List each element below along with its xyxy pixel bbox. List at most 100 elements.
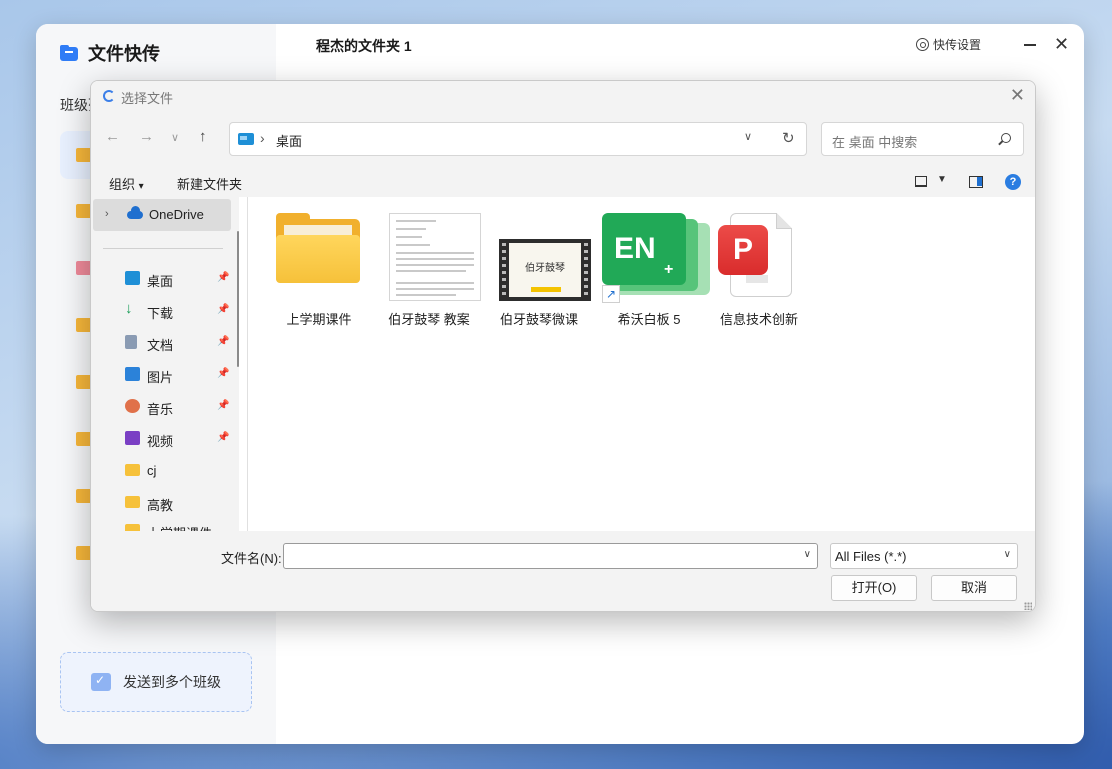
- up-arrow-icon[interactable]: ↑: [199, 128, 207, 145]
- document-icon: [125, 335, 137, 349]
- filename-input[interactable]: ∨: [283, 543, 818, 569]
- pin-icon[interactable]: 📌: [217, 368, 229, 379]
- navigation-pane: › OneDrive 桌面 📌 ↓ 下载 📌 文档 📌 图片 📌 音乐 📌 视频…: [91, 197, 239, 531]
- file-type-select[interactable]: All Files (*.*) ∨: [830, 543, 1018, 569]
- nav-item-last-semester-partial[interactable]: 上学期课件: [91, 515, 231, 531]
- nav-item-label: 文档: [147, 338, 174, 353]
- chevron-down-icon[interactable]: ∨: [1004, 549, 1011, 560]
- gear-icon: [916, 38, 929, 51]
- back-arrow-icon[interactable]: ←: [105, 128, 120, 145]
- dialog-close-button[interactable]: ✕: [1010, 85, 1025, 106]
- seewo-badge: EN: [602, 213, 686, 285]
- search-icon[interactable]: [1001, 133, 1011, 143]
- nav-item-music[interactable]: 音乐 📌: [91, 391, 231, 423]
- nav-item-label: cj: [147, 463, 157, 478]
- refresh-icon[interactable]: ↻: [782, 129, 795, 147]
- shortcut-arrow-icon: ↗: [602, 285, 620, 303]
- chevron-down-icon[interactable]: ∨: [804, 549, 811, 560]
- open-button[interactable]: 打开(O): [831, 575, 917, 601]
- video-icon: [125, 431, 140, 445]
- onedrive-label: OneDrive: [149, 207, 204, 222]
- desktop-icon: [125, 271, 140, 285]
- view-options-caret-icon[interactable]: ▼: [937, 174, 947, 185]
- folder-icon: [264, 213, 374, 293]
- nav-item-label: 桌面: [147, 274, 174, 289]
- nav-item-label: 音乐: [147, 402, 174, 417]
- nav-item-onedrive[interactable]: › OneDrive: [93, 199, 231, 231]
- filename-label: 文件名(N):: [221, 551, 282, 566]
- organize-label: 组织: [109, 177, 136, 192]
- pin-icon[interactable]: 📌: [217, 304, 229, 315]
- command-bar: 组织 ▾ 新建文件夹 ▼ ?: [91, 167, 1035, 197]
- dialog-title: 选择文件: [121, 91, 174, 106]
- forward-arrow-icon[interactable]: →: [139, 128, 154, 145]
- breadcrumb-chevron-icon[interactable]: ›: [260, 130, 265, 146]
- nav-item-label: 下载: [147, 306, 174, 321]
- folder-title: 程杰的文件夹 1: [316, 38, 412, 54]
- minimize-button[interactable]: [1024, 44, 1036, 46]
- nav-item-pictures[interactable]: 图片 📌: [91, 359, 231, 391]
- picture-icon: [125, 367, 140, 381]
- pin-icon[interactable]: 📌: [217, 272, 229, 283]
- pin-icon[interactable]: 📌: [217, 336, 229, 347]
- folder-icon: [125, 464, 140, 476]
- nav-item-label: 图片: [147, 370, 174, 385]
- file-label: 希沃白板 5: [617, 312, 681, 327]
- nav-item-label: 上学期课件: [147, 523, 212, 531]
- help-icon[interactable]: ?: [1005, 174, 1021, 190]
- nav-pane-scrollbar[interactable]: [237, 231, 239, 367]
- nav-item-videos[interactable]: 视频 📌: [91, 423, 231, 455]
- folder-icon: [125, 496, 140, 508]
- settings-label: 快传设置: [933, 38, 982, 52]
- video-file-icon: 伯牙鼓琴: [499, 239, 591, 301]
- app-logo-icon: [103, 90, 115, 102]
- cloud-icon: [127, 206, 143, 219]
- breadcrumb-desktop[interactable]: 桌面: [276, 131, 302, 150]
- nav-item-desktop[interactable]: 桌面 📌: [91, 263, 231, 295]
- pdf-reader-icon: P: [704, 213, 814, 303]
- recent-locations-chevron-icon[interactable]: ∨: [171, 131, 179, 144]
- download-icon: ↓: [125, 300, 133, 317]
- search-placeholder: 在 桌面 中搜索: [832, 135, 918, 150]
- nav-item-cj[interactable]: cj: [91, 455, 231, 487]
- pin-icon[interactable]: 📌: [217, 432, 229, 443]
- nav-item-label: 高教: [147, 498, 174, 513]
- nav-divider: [103, 248, 223, 249]
- address-bar[interactable]: › 桌面 ∨ ↻: [229, 122, 807, 156]
- navigation-bar: ← → ∨ ↑ › 桌面 ∨ ↻ 在 桌面 中搜索: [91, 111, 1035, 167]
- file-label: 信息技术创新: [719, 312, 798, 327]
- close-button[interactable]: ✕: [1054, 34, 1069, 54]
- app-brand-name: 文件快传: [88, 44, 160, 64]
- send-to-multiple-classes-button[interactable]: 发送到多个班级: [60, 652, 252, 712]
- organize-menu[interactable]: 组织 ▾: [109, 174, 144, 193]
- file-label: 上学期课件: [286, 312, 352, 327]
- desktop-icon: [238, 133, 254, 145]
- file-label: 伯牙鼓琴 教案: [388, 312, 470, 327]
- multi-select-icon: [91, 673, 111, 691]
- pin-icon[interactable]: 📌: [217, 400, 229, 411]
- seewo-en-icon: EN + ↗: [602, 213, 710, 303]
- new-folder-button[interactable]: 新建文件夹: [177, 174, 242, 193]
- dialog-titlebar: 选择文件 ✕: [91, 81, 1035, 111]
- transfer-settings-button[interactable]: 快传设置: [916, 36, 981, 53]
- open-file-dialog: 选择文件 ✕ ← → ∨ ↑ › 桌面 ∨ ↻ 在 桌面 中搜索 组织 ▾ 新建…: [90, 80, 1036, 612]
- address-history-chevron-icon[interactable]: ∨: [744, 130, 752, 143]
- expand-chevron-icon[interactable]: ›: [105, 208, 109, 220]
- nav-item-documents[interactable]: 文档 📌: [91, 327, 231, 359]
- word-document-icon: [389, 213, 481, 301]
- send-button-label: 发送到多个班级: [123, 674, 221, 690]
- dialog-footer: 文件名(N): ∨ All Files (*.*) ∨ 打开(O) 取消: [91, 531, 1035, 611]
- search-box[interactable]: 在 桌面 中搜索: [821, 122, 1024, 156]
- video-thumb-title: 伯牙鼓琴: [525, 263, 565, 274]
- resize-grip[interactable]: [1024, 602, 1032, 610]
- nav-item-downloads[interactable]: ↓ 下载 📌: [91, 295, 231, 327]
- folder-icon: [125, 524, 140, 531]
- music-icon: [125, 399, 140, 413]
- file-label: 伯牙鼓琴微课: [499, 312, 578, 327]
- cancel-button[interactable]: 取消: [931, 575, 1017, 601]
- dialog-body: › OneDrive 桌面 📌 ↓ 下载 📌 文档 📌 图片 📌 音乐 📌 视频…: [91, 197, 1035, 531]
- view-mode-icon[interactable]: [915, 176, 927, 187]
- file-list: 上学期课件 伯牙鼓琴 教案 伯牙鼓琴 伯牙鼓琴微课 EN + ↗ 希沃白板 5 …: [247, 197, 1035, 531]
- preview-pane-icon[interactable]: [969, 176, 983, 188]
- file-type-value: All Files (*.*): [835, 549, 907, 564]
